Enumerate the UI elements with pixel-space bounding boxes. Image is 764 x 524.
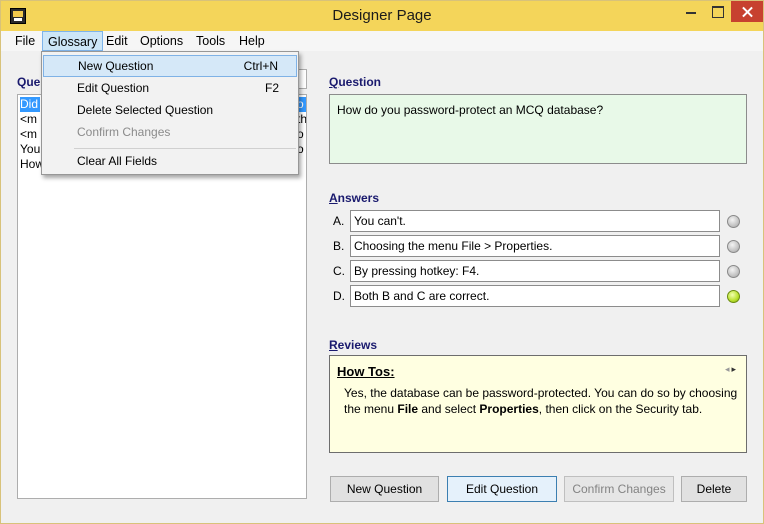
review-nav[interactable]: ◂▸ (725, 364, 738, 375)
menu-bar: File Glossary Edit Options Tools Help (1, 31, 763, 51)
answer-field-b[interactable]: Choosing the menu File > Properties. (350, 235, 720, 257)
menu-separator (74, 148, 296, 149)
answer-field-c[interactable]: By pressing hotkey: F4. (350, 260, 720, 282)
review-title: How Tos: (337, 364, 395, 379)
question-text-field[interactable]: How do you password-protect an MCQ datab… (329, 94, 747, 164)
confirm-changes-button[interactable]: Confirm Changes (564, 476, 674, 502)
answer-radio-b[interactable] (727, 240, 740, 253)
menu-help[interactable]: Help (237, 34, 267, 48)
answer-letter-c: C. (333, 264, 345, 278)
menu-options[interactable]: Options (138, 34, 185, 48)
answer-radio-d-correct[interactable] (727, 290, 740, 303)
questions-label: Que (17, 75, 41, 89)
menu-item-confirm-changes[interactable]: Confirm Changes (43, 121, 297, 143)
reviews-label: Reviews (329, 338, 378, 352)
edit-question-button[interactable]: Edit Question (447, 476, 557, 502)
menu-file[interactable]: File (13, 34, 37, 48)
title-bar: Designer Page (1, 1, 763, 31)
answer-letter-d: D. (333, 289, 345, 303)
menu-edit[interactable]: Edit (104, 34, 130, 48)
answer-radio-c[interactable] (727, 265, 740, 278)
minimize-button[interactable] (677, 1, 704, 22)
maximize-button[interactable] (704, 1, 731, 22)
designer-window: Designer Page File Glossary Edit Options… (0, 0, 764, 524)
list-item[interactable]: Did (20, 97, 41, 112)
close-button[interactable] (731, 1, 763, 22)
menu-item-clear-all-fields[interactable]: Clear All Fields (43, 150, 297, 172)
answer-field-d[interactable]: Both B and C are correct. (350, 285, 720, 307)
answer-radio-a[interactable] (727, 215, 740, 228)
glossary-menu: New Question Ctrl+N Edit Question F2 Del… (41, 51, 299, 175)
answers-label: Answers (329, 191, 380, 205)
list-item[interactable]: <m (20, 127, 37, 142)
menu-item-new-question[interactable]: New Question Ctrl+N (43, 55, 297, 77)
new-question-button[interactable]: New Question (330, 476, 439, 502)
review-next-icon[interactable]: ▸ (731, 364, 738, 374)
menu-tools[interactable]: Tools (194, 34, 227, 48)
menu-item-delete-selected-question[interactable]: Delete Selected Question (43, 99, 297, 121)
answer-letter-a: A. (333, 214, 345, 228)
menu-item-edit-question[interactable]: Edit Question F2 (43, 77, 297, 99)
list-item[interactable]: You (20, 142, 40, 157)
delete-button[interactable]: Delete (681, 476, 747, 502)
menu-glossary[interactable]: Glossary (42, 31, 104, 51)
review-panel[interactable]: How Tos: ◂▸ Yes, the database can be pas… (329, 355, 747, 453)
review-text: Yes, the database can be password-protec… (344, 386, 738, 416)
window-title: Designer Page (332, 7, 432, 24)
answer-field-a[interactable]: You can't. (350, 210, 720, 232)
answer-letter-b: B. (333, 239, 345, 253)
question-label: Question (329, 75, 382, 89)
list-item[interactable]: <m (20, 112, 37, 127)
